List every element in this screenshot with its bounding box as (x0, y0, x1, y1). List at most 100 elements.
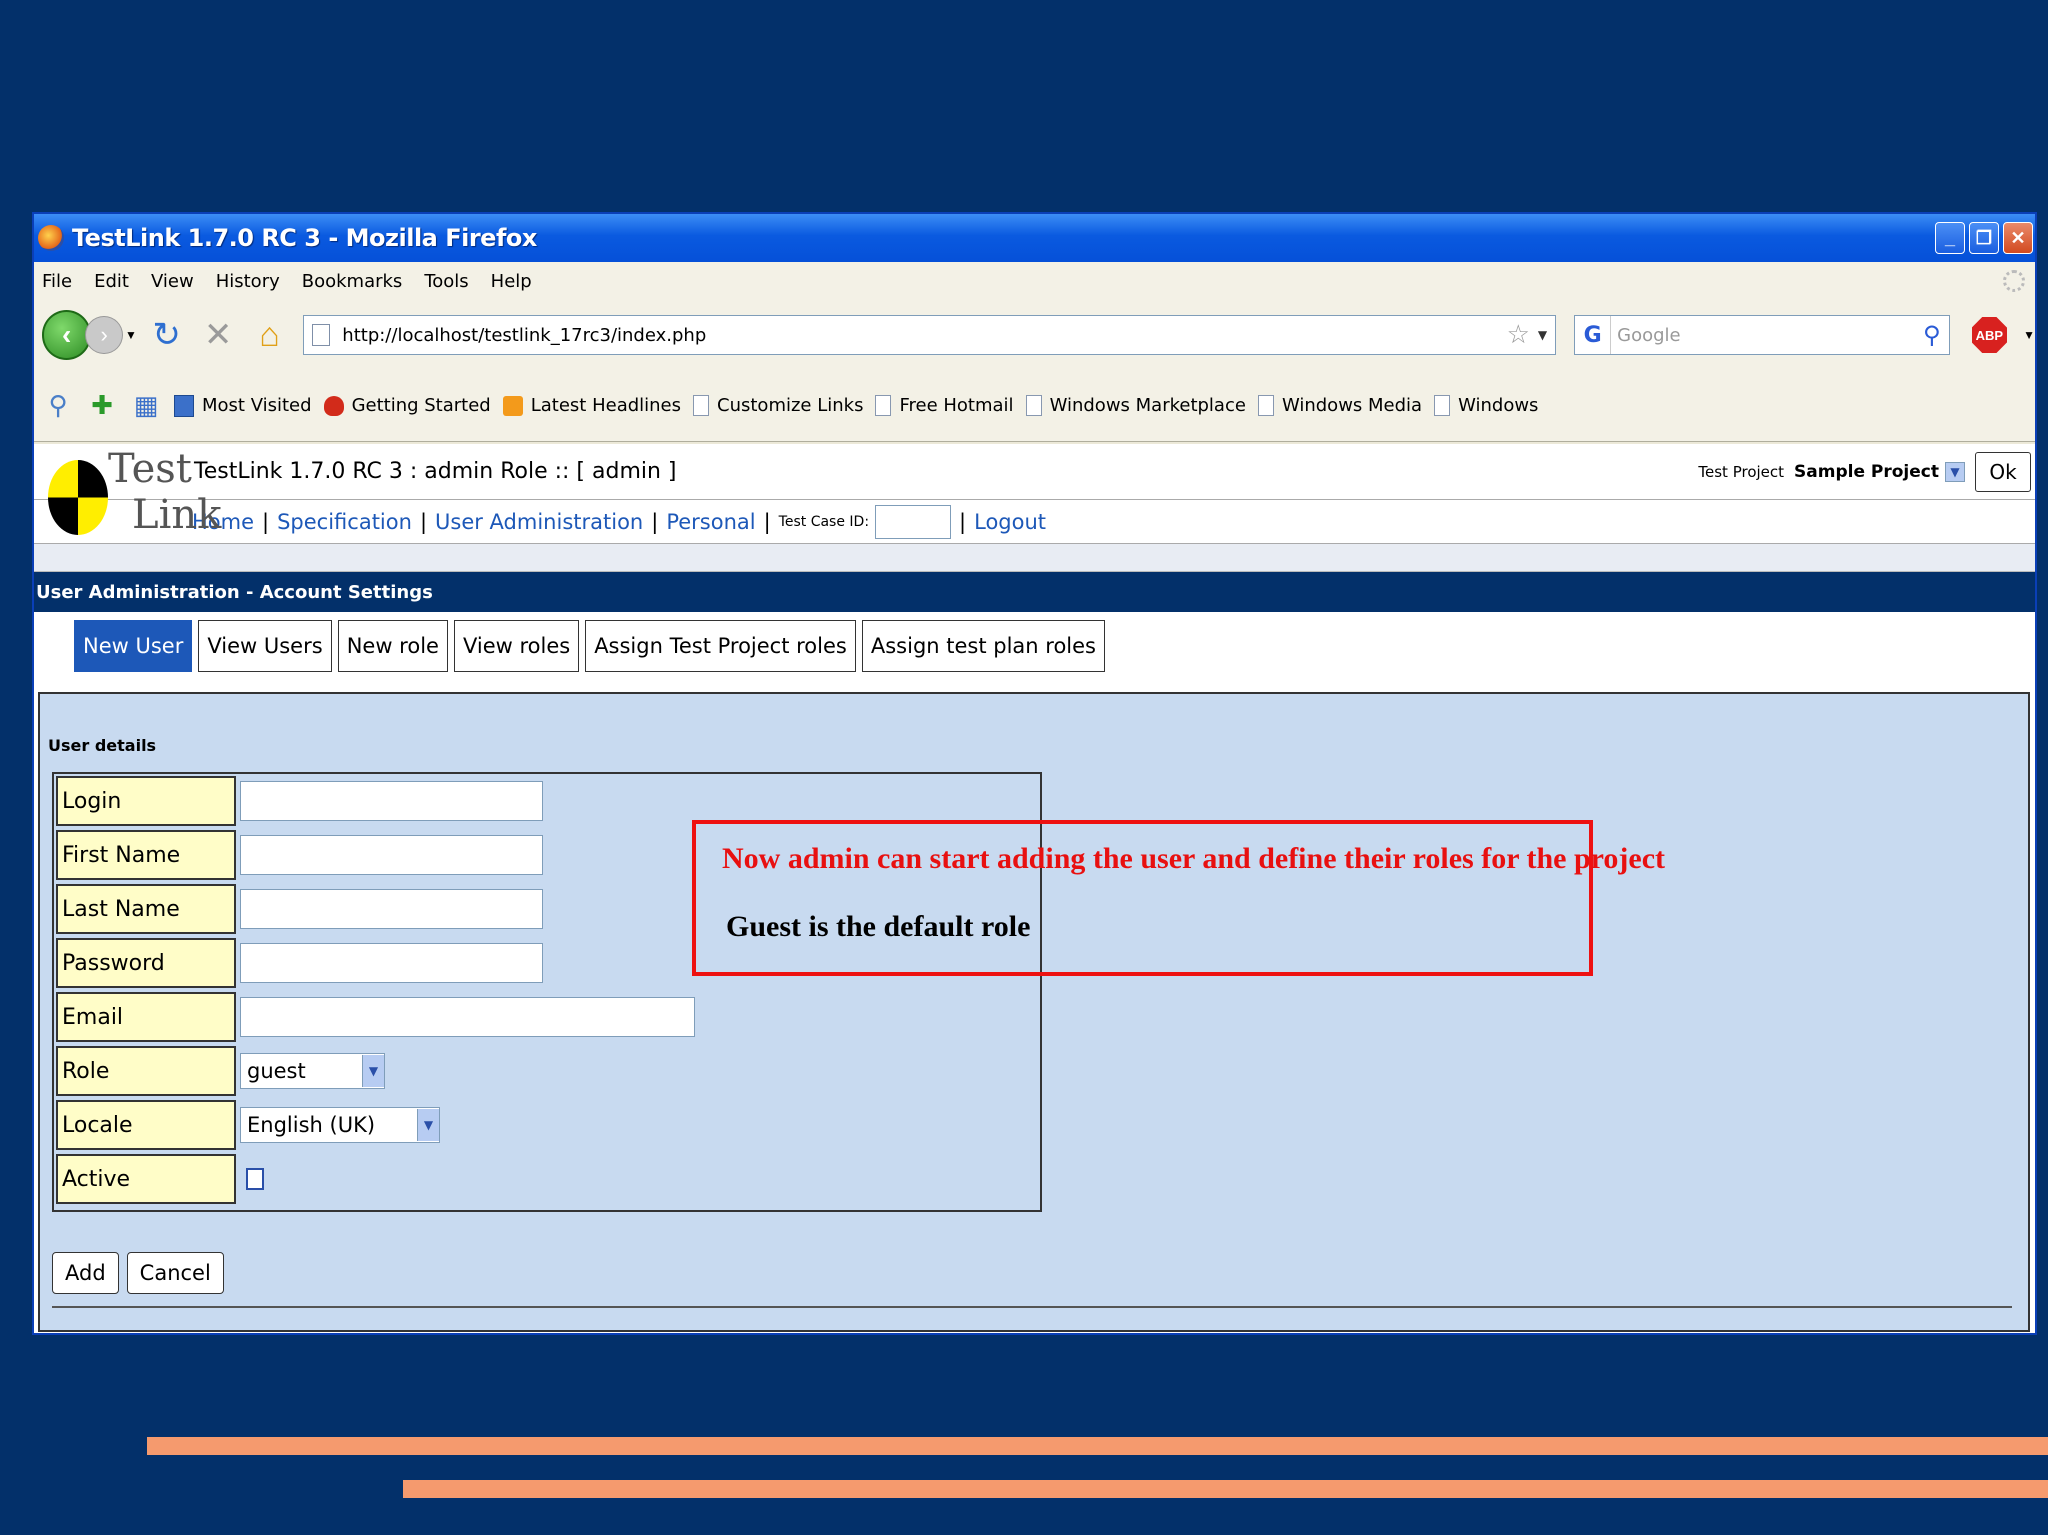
adblock-icon[interactable]: ABP (1971, 317, 2008, 353)
last-name-input[interactable] (240, 889, 543, 929)
page-icon (1257, 395, 1274, 416)
chevron-down-icon: ▼ (417, 1109, 439, 1141)
bookmarks-toolbar: ⚲ ✚ ▦ Most Visited Getting Started Lates… (34, 370, 2035, 442)
forward-button[interactable]: › (85, 316, 123, 354)
title-bar: TestLink 1.7.0 RC 3 - Mozilla Firefox _ … (34, 214, 2035, 262)
tab-view-users[interactable]: View Users (198, 620, 332, 672)
bookmark-windows-marketplace[interactable]: Windows Marketplace (1025, 395, 1246, 416)
bookmark-star-icon[interactable]: ☆ (1507, 320, 1530, 350)
bookmark-customize-links[interactable]: Customize Links (693, 395, 863, 416)
navigation-toolbar: ‹ › ▼ ↻ ✕ ⌂ http://localhost/testlink_17… (34, 300, 2035, 370)
address-bar[interactable]: http://localhost/testlink_17rc3/index.ph… (303, 315, 1557, 355)
page-icon (1434, 395, 1451, 416)
user-details-heading: User details (48, 736, 157, 755)
row-role: Role guest ▼ (56, 1046, 385, 1096)
menu-edit[interactable]: Edit (94, 271, 129, 292)
tab-new-role[interactable]: New role (337, 620, 448, 672)
page-title: TestLink 1.7.0 RC 3 : admin Role :: [ ad… (194, 459, 677, 484)
row-locale: Locale English (UK) ▼ (56, 1100, 440, 1150)
menu-history[interactable]: History (216, 271, 280, 292)
search-icon[interactable]: ⚲ (1923, 321, 1941, 349)
test-project-label: Test Project (1698, 462, 1785, 481)
divider (52, 1306, 2012, 1308)
bookmark-getting-started[interactable]: Getting Started (323, 395, 491, 416)
bookmark-most-visited[interactable]: Most Visited (174, 394, 312, 417)
role-select[interactable]: guest ▼ (240, 1053, 385, 1089)
bookmark-latest-headlines[interactable]: Latest Headlines (502, 395, 681, 416)
locale-select[interactable]: English (UK) ▼ (240, 1107, 440, 1143)
menu-tools[interactable]: Tools (424, 271, 468, 292)
slide-stripe-bottom (403, 1480, 2048, 1498)
bookmark-windows[interactable]: Windows (1434, 395, 1538, 416)
row-last-name: Last Name (56, 884, 543, 934)
logo-text-top: Test (108, 446, 192, 492)
tab-assign-test-plan-roles[interactable]: Assign test plan roles (861, 620, 1105, 672)
menu-bar: File Edit View History Bookmarks Tools H… (34, 262, 2035, 300)
page-icon (1025, 395, 1042, 416)
testlink-logo: Test Link (40, 446, 221, 546)
google-engine-icon[interactable]: G (1575, 316, 1612, 354)
menu-bookmarks[interactable]: Bookmarks (302, 271, 403, 292)
bookmark-windows-media[interactable]: Windows Media (1257, 395, 1422, 416)
window-title: TestLink 1.7.0 RC 3 - Mozilla Firefox (72, 224, 537, 252)
form-buttons: Add Cancel (52, 1252, 224, 1294)
row-first-name: First Name (56, 830, 543, 880)
row-login: Login (56, 776, 543, 826)
menu-help[interactable]: Help (491, 271, 532, 292)
search-bar[interactable]: G Google ⚲ (1574, 315, 1950, 355)
row-active: Active (56, 1154, 264, 1204)
abp-dropdown-icon[interactable]: ▼ (2023, 328, 2035, 342)
history-dropdown-icon[interactable]: ▼ (125, 328, 137, 342)
email-input[interactable] (240, 997, 695, 1037)
active-checkbox[interactable] (246, 1168, 264, 1190)
close-button[interactable]: ✕ (2003, 222, 2033, 254)
row-password: Password (56, 938, 543, 988)
nav-specification[interactable]: Specification (277, 510, 412, 534)
section-title: User Administration - Account Settings (34, 572, 2035, 612)
ok-button[interactable]: Ok (1975, 451, 2031, 492)
firefox-icon (38, 225, 64, 251)
test-case-id-label: Test Case ID: (778, 513, 870, 530)
nav-logout[interactable]: Logout (974, 510, 1046, 534)
url-text: http://localhost/testlink_17rc3/index.ph… (342, 324, 707, 346)
add-icon[interactable]: ✚ (86, 390, 118, 422)
rss-icon (502, 395, 523, 416)
stop-icon[interactable]: ✕ (196, 315, 239, 355)
most-visited-icon (174, 394, 194, 417)
minimize-button[interactable]: _ (1935, 222, 1965, 254)
menu-view[interactable]: View (151, 271, 194, 292)
menu-file[interactable]: File (42, 271, 72, 292)
page-icon (693, 395, 710, 416)
content-panel: User details Login First Name Last Name … (38, 692, 2030, 1332)
page-icon (875, 395, 892, 416)
logo-text-bottom: Link (132, 492, 222, 538)
tab-new-user[interactable]: New User (74, 620, 193, 672)
restore-button[interactable]: ❐ (1969, 222, 1999, 254)
url-dropdown-icon[interactable]: ▼ (1538, 328, 1547, 342)
chevron-down-icon: ▼ (1945, 461, 1965, 482)
page-icon (312, 324, 331, 346)
home-icon[interactable]: ⌂ (248, 316, 291, 355)
nav-personal[interactable]: Personal (666, 510, 755, 534)
bookmark-free-hotmail[interactable]: Free Hotmail (875, 395, 1014, 416)
test-case-id-input[interactable] (875, 504, 952, 539)
login-input[interactable] (240, 781, 543, 821)
main-nav: Home | Specification | User Administration… (34, 500, 2035, 544)
zoom-icon[interactable]: ⚲ (42, 390, 74, 422)
nav-user-administration[interactable]: User Administration (435, 510, 643, 534)
logo-circle-icon (48, 460, 108, 535)
tab-assign-test-project-roles[interactable]: Assign Test Project roles (585, 620, 856, 672)
test-project-select[interactable]: Sample Project ▼ (1794, 461, 1965, 482)
getting-started-icon (323, 395, 344, 416)
first-name-input[interactable] (240, 835, 543, 875)
reload-icon[interactable]: ↻ (145, 315, 188, 355)
back-button[interactable]: ‹ (42, 310, 92, 360)
tab-view-roles[interactable]: View roles (453, 620, 580, 672)
throbber-icon (2003, 270, 2025, 292)
callout-line-2: Guest is the default role (726, 910, 1031, 943)
add-button[interactable]: Add (52, 1252, 119, 1294)
row-email: Email (56, 992, 695, 1042)
calendar-icon[interactable]: ▦ (130, 390, 162, 422)
cancel-button[interactable]: Cancel (126, 1252, 224, 1294)
password-input[interactable] (240, 943, 543, 983)
